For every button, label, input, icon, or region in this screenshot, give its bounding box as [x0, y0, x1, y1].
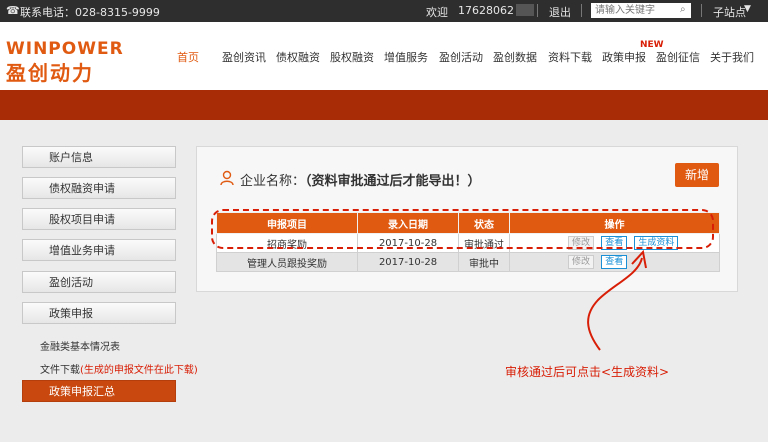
annotation-text: 审核通过后可点击<生成资料>	[505, 365, 670, 379]
